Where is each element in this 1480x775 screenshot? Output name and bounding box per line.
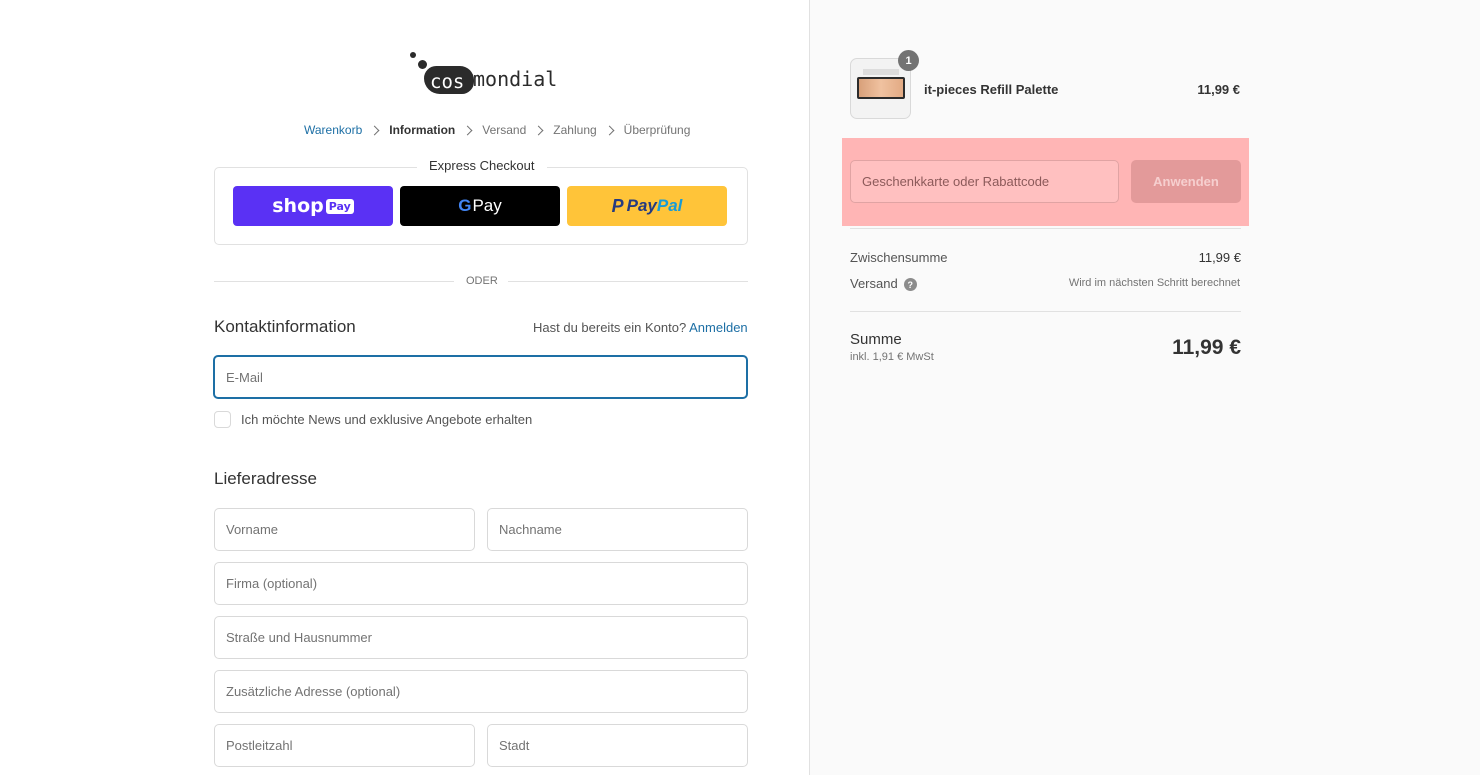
city-field[interactable]: [487, 724, 748, 767]
product-image: [857, 77, 905, 99]
street-field[interactable]: [214, 616, 748, 659]
divider-line: [508, 281, 748, 282]
first-name-field[interactable]: [214, 508, 475, 551]
shop-pay-button[interactable]: shop Pay: [233, 186, 393, 226]
shipping-value: Wird im nächsten Schritt berechnet: [1068, 277, 1240, 289]
discount-code-field[interactable]: [850, 160, 1119, 203]
contact-title: Kontaktinformation: [214, 317, 356, 336]
cosmondial-logo[interactable]: cos mondial: [410, 52, 557, 98]
subtotal-value: 11,99 €: [1198, 250, 1241, 265]
product-name: it-pieces Refill Palette: [924, 82, 1059, 97]
address2-field[interactable]: [214, 670, 748, 713]
paypal-icon: P: [611, 195, 624, 216]
shipping-title: Lieferadresse: [214, 469, 318, 488]
login-link[interactable]: Anmelden: [689, 320, 748, 335]
chevron-right-icon: [462, 125, 473, 135]
breadcrumb-shipping: Versand: [482, 123, 527, 137]
logo-dot: [418, 60, 427, 69]
apply-discount-button[interactable]: Anwenden: [1131, 160, 1241, 203]
checkout-main: cos mondial Warenkorb Information Versan…: [0, 0, 810, 775]
last-name-field[interactable]: [487, 508, 748, 551]
logo-text-cos: cos: [430, 71, 465, 93]
product-price: 11,99 €: [1197, 82, 1240, 97]
total-label: Summe: [850, 331, 902, 348]
breadcrumb-payment: Zahlung: [553, 123, 597, 137]
breadcrumb-information: Information: [389, 123, 456, 137]
shop-pay-text: shop: [272, 195, 324, 217]
google-g-icon: G: [458, 196, 472, 215]
zip-field[interactable]: [214, 724, 475, 767]
google-pay-text: Pay: [472, 196, 502, 215]
account-question: Hast du bereits ein Konto? Anmelden: [533, 320, 748, 335]
breadcrumb-review: Überprüfung: [623, 123, 691, 137]
subtotal-label: Zwischensumme: [850, 250, 948, 265]
summary-divider: [850, 228, 1241, 229]
google-pay-button[interactable]: G Pay: [400, 186, 560, 226]
divider-line: [214, 281, 454, 282]
paypal-button[interactable]: P Pay Pal: [567, 186, 727, 226]
quantity-badge: 1: [898, 50, 919, 71]
chevron-right-icon: [369, 125, 380, 135]
breadcrumb-cart[interactable]: Warenkorb: [304, 123, 362, 137]
express-checkout-title: Express Checkout: [417, 158, 547, 173]
email-field[interactable]: [213, 355, 748, 399]
logo-text-mondial: mondial: [473, 67, 558, 91]
product-image-label: [863, 69, 899, 75]
paypal-text-pal: Pal: [656, 196, 683, 215]
summary-divider: [850, 311, 1241, 312]
breadcrumb: Warenkorb Information Versand Zahlung Üb…: [304, 123, 690, 137]
company-field[interactable]: [214, 562, 748, 605]
order-summary: [809, 0, 1480, 775]
help-icon[interactable]: ?: [903, 278, 917, 292]
total-value: 11,99 €: [1172, 336, 1241, 359]
chevron-right-icon: [533, 125, 544, 135]
tax-note: inkl. 1,91 € MwSt: [850, 351, 934, 363]
shop-pay-badge: Pay: [325, 198, 354, 214]
chevron-right-icon: [604, 125, 615, 135]
shipping-label: Versand: [850, 276, 898, 291]
account-question-text: Hast du bereits ein Konto?: [533, 320, 687, 335]
paypal-text-pay: Pay: [626, 196, 657, 215]
newsletter-checkbox[interactable]: [214, 411, 231, 428]
or-divider-text: ODER: [466, 275, 498, 287]
logo-dot: [410, 52, 416, 58]
shipping-label-row: Versand?: [850, 276, 917, 292]
newsletter-label: Ich möchte News und exklusive Angebote e…: [241, 412, 533, 427]
